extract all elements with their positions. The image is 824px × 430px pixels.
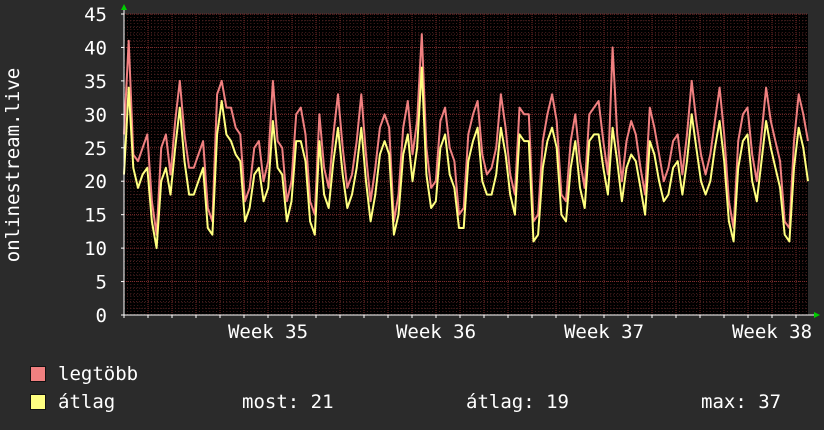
stat-average-label: átlag:: [466, 391, 535, 413]
legend-swatch-avg: [30, 394, 46, 410]
x-axis-arrow: [814, 312, 820, 318]
stat-average-value: 19: [546, 391, 569, 413]
y-tick-label: 5: [96, 272, 107, 294]
y-tick-label: 25: [84, 138, 107, 160]
legend-label-max: legtöbb: [58, 363, 139, 385]
legend-row-2: átlag most: 21 átlag: 19 max: 37: [30, 390, 810, 414]
stat-current-label: most:: [242, 391, 300, 413]
y-axis-label: onlinestream.live: [2, 68, 24, 262]
legend-row-1: legtöbb: [30, 362, 810, 386]
x-tick-label: Week 35: [228, 321, 308, 343]
y-tick-label: 45: [84, 4, 107, 26]
y-tick-label: 40: [84, 37, 107, 59]
stat-max-label: max:: [701, 391, 747, 413]
legend-label-avg: átlag: [58, 391, 116, 413]
legend-swatch-max: [30, 366, 46, 382]
stat-average: átlag: 19: [466, 390, 569, 414]
y-tick-label: 10: [84, 238, 107, 260]
stat-current-value: 21: [310, 391, 334, 413]
x-tick-label: Week 38: [732, 321, 812, 343]
y-tick-label: 35: [84, 71, 107, 93]
y-tick-label: 0: [96, 305, 107, 327]
stat-current: most: 21: [242, 390, 334, 414]
y-tick-label: 20: [84, 171, 107, 193]
stat-max-value: 37: [758, 391, 782, 413]
x-tick-label: Week 37: [564, 321, 644, 343]
y-axis-arrow: [121, 4, 127, 10]
y-tick-label: 15: [84, 205, 107, 227]
stat-max: max: 37: [701, 390, 781, 414]
y-tick-label: 30: [84, 104, 107, 126]
x-tick-label: Week 36: [396, 321, 476, 343]
